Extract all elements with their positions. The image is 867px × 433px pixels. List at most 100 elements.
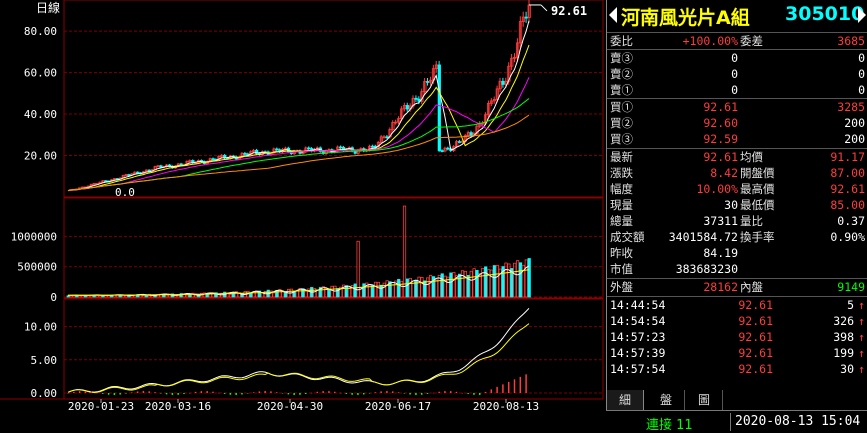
volume-bar <box>165 294 169 298</box>
volume-bar <box>69 295 73 298</box>
volume-bar <box>66 295 70 298</box>
tick-price: 92.61 <box>738 346 773 360</box>
last-price-leader <box>540 4 548 12</box>
low-marker-label: 0.0 <box>115 186 135 199</box>
stat-label: 開盤價 <box>740 166 775 180</box>
volume-bar <box>379 284 383 298</box>
volume-bar <box>452 272 456 298</box>
volume-bar <box>524 259 528 298</box>
ratio-label: 委比 <box>610 34 633 48</box>
buy-price: 92.61 <box>703 100 738 114</box>
period-label: 日線 <box>36 0 60 15</box>
sell-price: 0 <box>731 51 738 65</box>
buy-price: 92.60 <box>703 116 738 130</box>
outer-inner-row: 外盤 28162 內盤 9149 <box>607 279 867 295</box>
candle-body <box>385 136 389 139</box>
buy-volume: 200 <box>844 132 865 146</box>
volume-bar <box>405 278 410 298</box>
candle-body <box>371 145 375 148</box>
volume-bar <box>315 290 320 298</box>
next-stock-arrow-icon[interactable] <box>858 7 866 23</box>
tick-time: 14:57:54 <box>610 362 666 376</box>
stat-row-amount: 成交額 3401584.72 換手率 0.90% <box>607 229 867 245</box>
volume-bar <box>353 283 357 298</box>
stat-value: 30 <box>724 198 738 212</box>
ratio-row: 委比 +100.00% 委差 3685 <box>607 33 867 49</box>
stat-value: 87.00 <box>830 166 865 180</box>
volume-bar <box>373 281 378 298</box>
stock-title-bar: 河南風光片A組 305010 <box>607 0 867 33</box>
volume-bar <box>402 205 407 298</box>
volume-bar <box>472 268 476 298</box>
stat-label: 漲跌 <box>610 166 633 180</box>
indicator-tick-label: 5.00 <box>31 354 58 367</box>
candle-body <box>307 147 311 150</box>
kline-chart-svg[interactable]: 日線 80.00 60.00 40.00 20.00 1000000 500000 0 10.0… <box>0 0 604 432</box>
tick-price: 92.61 <box>738 314 773 328</box>
indicator-slow-line <box>67 323 530 394</box>
prev-close-label: 昨收 <box>610 246 633 260</box>
volume-bar <box>362 283 366 298</box>
market-cap-label: 市值 <box>610 262 633 276</box>
up-arrow-icon: ↑ <box>858 314 865 328</box>
stat-value: 0.37 <box>837 214 865 228</box>
tick-row: 14:57:39 92.61 199 ↑ <box>607 345 867 361</box>
volume-bar <box>495 264 499 298</box>
tick-row: 14:54:54 92.61 326 ↑ <box>607 313 867 329</box>
tick-volume: 199 <box>833 346 854 360</box>
tab-chart[interactable]: 圖 <box>686 390 723 410</box>
volume-bar <box>423 280 427 298</box>
candle-body <box>243 152 247 155</box>
sell-row-2: 賣② 0 0 <box>607 66 867 82</box>
candle-body <box>136 171 140 174</box>
buy-row-2: 買② 92.60 200 <box>607 115 867 131</box>
connection-status: 連接 11 <box>646 418 693 433</box>
tick-row: 14:57:23 92.61 398 ↑ <box>607 329 867 345</box>
inner-value: 9149 <box>837 280 865 294</box>
tick-row: 14:44:54 92.61 5 ↑ <box>607 297 867 313</box>
kline-chart-area[interactable]: 日線 80.00 60.00 40.00 20.00 1000000 500000 0 10.0… <box>0 0 604 432</box>
stat-value: 92.61 <box>830 182 865 196</box>
tick-volume: 5 <box>847 298 854 312</box>
volume-tick-label: 1000000 <box>11 230 57 243</box>
price-tick-label: 20.00 <box>24 150 57 163</box>
candle-body <box>501 80 505 85</box>
sell-volume: 0 <box>858 67 865 81</box>
market-cap-value: 383683230 <box>675 262 738 276</box>
volume-bar <box>417 276 421 298</box>
stat-value: 10.00% <box>696 182 738 196</box>
volume-bar <box>484 266 488 298</box>
tab-orderbook[interactable]: 盤 <box>648 390 685 410</box>
up-arrow-icon: ↑ <box>858 346 865 360</box>
volume-bar <box>376 281 381 298</box>
stat-value: 8.42 <box>710 166 738 180</box>
market-cap-row: 市值 383683230 <box>607 261 867 277</box>
status-bar: 連接 11 2020-08-13 15:04 <box>606 410 867 433</box>
buy-volume: 3285 <box>837 100 865 114</box>
volume-bar <box>518 262 523 298</box>
prev-close-value: 84.19 <box>703 246 738 260</box>
volume-bar <box>507 263 511 298</box>
tab-detail[interactable]: 細 <box>606 390 644 411</box>
volume-bar <box>98 295 102 298</box>
indicator-tick-label: 0.00 <box>31 387 58 400</box>
volume-bar <box>301 288 305 298</box>
prev-stock-arrow-icon[interactable] <box>609 7 617 23</box>
volume-bar <box>426 277 430 298</box>
volume-bar <box>272 292 276 298</box>
volume-bar <box>429 274 433 298</box>
tick-row: 14:57:54 92.61 30 ↑ <box>607 361 867 377</box>
volume-bar <box>492 265 497 298</box>
volume-bar <box>72 295 76 298</box>
volume-bar <box>110 295 114 298</box>
volume-bar <box>408 277 412 298</box>
stat-label: 最高價 <box>740 182 775 196</box>
stat-label: 現量 <box>610 198 633 212</box>
tick-price: 92.61 <box>738 330 773 344</box>
volume-bar <box>185 294 189 298</box>
buy-label: 買① <box>610 100 633 114</box>
volume-bar <box>504 262 508 298</box>
outer-label: 外盤 <box>610 280 633 294</box>
price-tick-label: 80.00 <box>24 25 57 38</box>
stat-value: 0.90% <box>830 230 865 244</box>
